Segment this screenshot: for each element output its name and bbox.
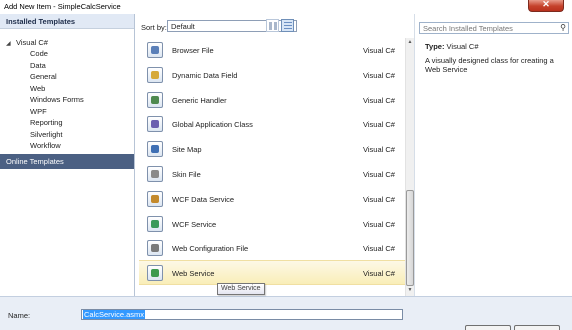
window-title: Add New Item - SimpleCalcService	[4, 2, 121, 11]
template-name: Web Service	[172, 269, 215, 278]
scroll-up-icon[interactable]: ▲	[406, 39, 414, 47]
template-language: Visual C#	[363, 46, 395, 55]
search-icon[interactable]: ⚲	[560, 23, 566, 32]
tree-item-wpf[interactable]: WPF	[30, 107, 47, 116]
template-language: Visual C#	[363, 120, 395, 130]
template-name: Generic Handler	[172, 95, 227, 105]
name-field[interactable]: CalcService.asmx	[81, 309, 403, 320]
tooltip: Web Service	[217, 283, 265, 295]
tree-item-windows-forms[interactable]: Windows Forms	[30, 95, 84, 104]
template-description: A visually designed class for creating a…	[425, 56, 554, 74]
template-row[interactable]: Dynamic Data Field Visual C#	[139, 63, 405, 88]
template-language: Visual C#	[363, 145, 395, 155]
template-name: WCF Service	[172, 219, 217, 229]
template-name: Web Configuration File	[172, 244, 249, 254]
type-value: Visual C#	[446, 42, 479, 51]
template-list: Browser File Visual C# Dynamic Data Fiel…	[139, 38, 405, 296]
bottom-bar: Name: CalcService.asmx	[0, 296, 572, 330]
tree-item-code[interactable]: Code	[30, 49, 48, 58]
tree-node-visual-csharp[interactable]: ◢ Visual C#	[6, 38, 48, 47]
dynamic-data-field-icon	[147, 66, 163, 83]
template-tree-pane: Installed Templates ◢ Visual C# Code Data…	[0, 14, 135, 296]
template-type: Type: Visual C#	[425, 42, 479, 51]
template-name: Site Map	[172, 145, 202, 155]
small-icons-view-button[interactable]	[266, 19, 279, 32]
global-application-class-icon	[147, 116, 163, 133]
tree-item-web[interactable]: Web	[30, 84, 45, 93]
toolbar: Sort by: Default ▼	[135, 14, 410, 38]
add-button[interactable]	[465, 325, 511, 330]
list-view-icon	[284, 22, 292, 30]
generic-handler-icon	[147, 91, 163, 108]
online-templates-item[interactable]: Online Templates	[0, 154, 134, 169]
template-name: WCF Data Service	[172, 194, 235, 204]
sort-by-label: Sort by:	[141, 23, 167, 32]
expand-arrow-icon[interactable]: ◢	[6, 40, 16, 47]
title-bar: Add New Item - SimpleCalcService ✕	[0, 0, 572, 14]
tree-item-reporting[interactable]: Reporting	[30, 118, 63, 127]
list-view-button[interactable]	[281, 19, 294, 32]
details-pane: Search Installed Templates ⚲ Type: Visua…	[414, 14, 572, 296]
template-name: Skin File	[172, 170, 201, 179]
template-row[interactable]: Web Configuration File Visual C#	[139, 236, 405, 261]
template-row[interactable]: WCF Data Service Visual C#	[139, 187, 405, 212]
template-name: Browser File	[172, 46, 214, 55]
template-row[interactable]: Site Map Visual C#	[139, 137, 405, 162]
tree-item-silverlight[interactable]: Silverlight	[30, 130, 63, 139]
template-language: Visual C#	[363, 269, 395, 278]
sort-by-value: Default	[171, 22, 195, 31]
site-map-icon	[147, 141, 163, 158]
template-row[interactable]: WCF Service Visual C#	[139, 212, 405, 237]
search-installed-templates-input[interactable]: Search Installed Templates ⚲	[419, 22, 569, 34]
template-language: Visual C#	[363, 170, 395, 179]
tree-item-workflow[interactable]: Workflow	[30, 141, 61, 150]
template-row[interactable]: Skin File Visual C#	[139, 162, 405, 187]
template-language: Visual C#	[363, 70, 395, 80]
name-label: Name:	[8, 311, 31, 320]
tree-item-data[interactable]: Data	[30, 61, 46, 70]
tree-node-label: Visual C#	[16, 38, 48, 47]
tree-item-general[interactable]: General	[30, 72, 57, 81]
list-scrollbar[interactable]: ▲ ▼	[405, 38, 414, 296]
browser-file-icon	[147, 42, 163, 58]
skin-file-icon	[147, 166, 163, 182]
wcf-service-icon	[147, 215, 163, 232]
template-row[interactable]: Global Application Class Visual C#	[139, 112, 405, 137]
installed-templates-header[interactable]: Installed Templates	[0, 14, 134, 29]
wcf-data-service-icon	[147, 190, 163, 207]
template-language: Visual C#	[363, 194, 395, 204]
template-name: Global Application Class	[172, 120, 253, 130]
template-name: Dynamic Data Field	[172, 70, 238, 80]
web-configuration-file-icon	[147, 240, 163, 257]
template-row[interactable]: Browser File Visual C#	[139, 38, 405, 63]
search-placeholder: Search Installed Templates	[423, 24, 513, 33]
template-language: Visual C#	[363, 95, 395, 105]
scroll-thumb[interactable]	[406, 190, 414, 286]
close-button[interactable]: ✕	[528, 0, 564, 12]
template-row-selected[interactable]: Web Service Visual C#	[139, 260, 405, 285]
small-icons-icon	[269, 22, 277, 30]
template-row[interactable]: Generic Handler Visual C#	[139, 88, 405, 113]
cancel-button[interactable]	[514, 325, 560, 330]
template-language: Visual C#	[363, 244, 395, 254]
type-label: Type:	[425, 42, 445, 51]
name-field-value: CalcService.asmx	[83, 310, 146, 319]
web-service-icon	[147, 265, 163, 281]
template-language: Visual C#	[363, 219, 395, 229]
scroll-down-icon[interactable]: ▼	[406, 287, 414, 295]
close-icon: ✕	[542, 0, 550, 9]
